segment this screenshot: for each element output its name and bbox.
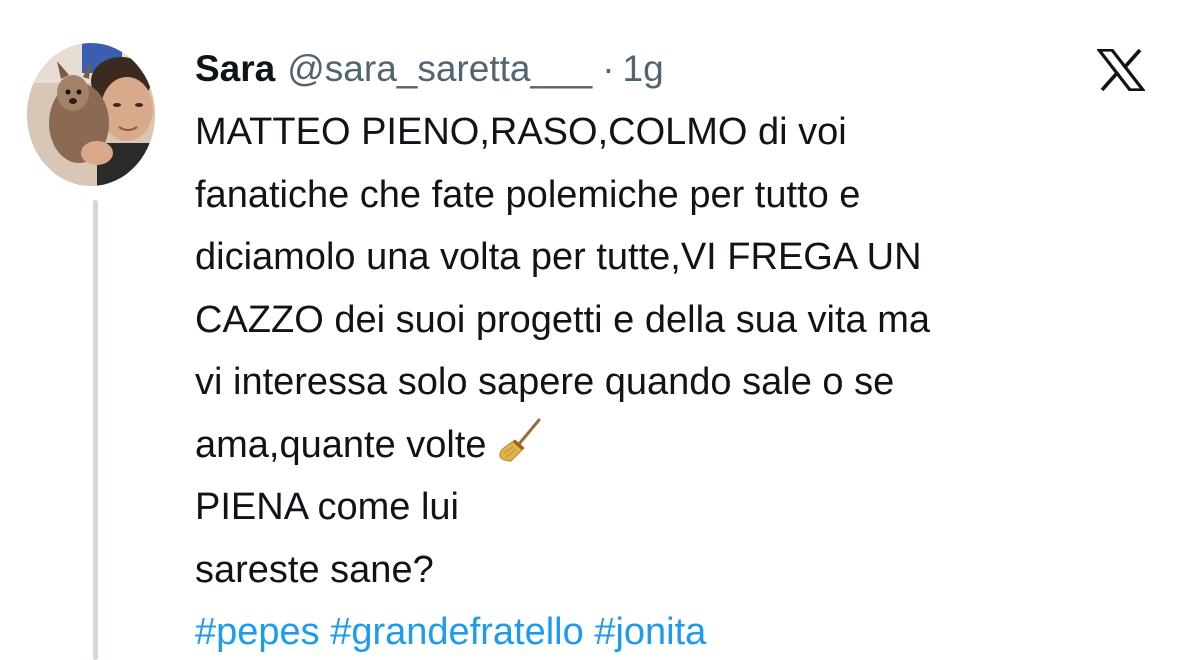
tweet-header: Sara @sara_saretta___ · 1g xyxy=(195,44,664,94)
tweet-line: sareste sane? xyxy=(195,548,434,591)
tweet-line: fanatiche che fate polemiche per tutto e xyxy=(195,173,861,216)
hashtag-link[interactable]: #pepes xyxy=(195,611,320,653)
tweet-line: CAZZO dei suoi progetti e della sua vita… xyxy=(195,298,931,341)
tweet-line-text: ama,quante volte xyxy=(195,423,487,466)
tweet-card: Sara @sara_saretta___ · 1g MATTEO PIENO,… xyxy=(0,0,1178,660)
tweet-line-with-emoji: ama,quante volte xyxy=(195,414,1155,477)
thread-line xyxy=(93,200,98,660)
tweet-line: MATTEO PIENO,RASO,COLMO di voi xyxy=(195,111,847,153)
separator-dot: · xyxy=(602,48,615,89)
timestamp[interactable]: 1g xyxy=(623,44,664,94)
display-name[interactable]: Sara xyxy=(195,44,275,94)
user-handle[interactable]: @sara_saretta___ xyxy=(287,44,592,94)
x-logo-icon[interactable] xyxy=(1095,48,1147,92)
tweet-line: PIENA come lui xyxy=(195,486,459,528)
hashtag-link[interactable]: #grandefratello xyxy=(330,611,584,653)
avatar-photo xyxy=(27,43,155,186)
tweet-text: MATTEO PIENO,RASO,COLMO di voi fanatiche… xyxy=(195,101,1155,660)
avatar[interactable] xyxy=(27,43,155,186)
hashtag-link[interactable]: #jonita xyxy=(594,611,706,653)
tweet-line: diciamolo una volta per tutte,VI FREGA U… xyxy=(195,236,922,278)
tweet-line: vi interessa solo sapere quando sale o s… xyxy=(195,361,895,403)
broom-emoji-icon xyxy=(497,417,543,463)
hashtags-line: #pepes #grandefratello #jonita xyxy=(195,601,1155,660)
